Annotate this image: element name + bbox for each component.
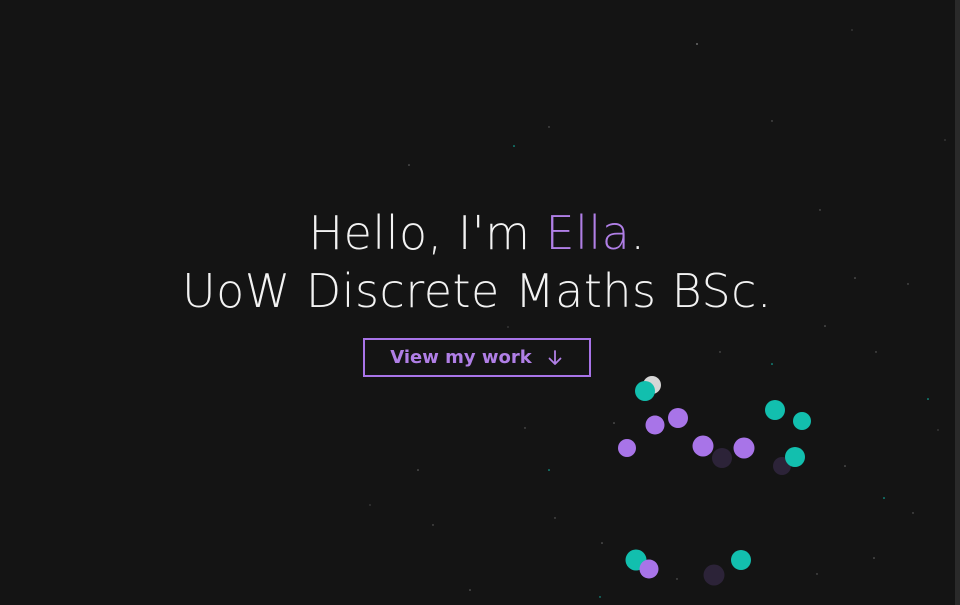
view-my-work-button[interactable]: View my work bbox=[363, 338, 591, 377]
hero-greeting-line: Hello, I'm Ella. bbox=[0, 204, 954, 262]
particle-dot bbox=[635, 381, 655, 401]
hero-subtitle: UoW Discrete Maths BSc. bbox=[181, 264, 773, 318]
particle-dot bbox=[793, 412, 811, 430]
particle-dot bbox=[731, 550, 751, 570]
hero-name: Ella bbox=[545, 206, 631, 260]
greeting-period: . bbox=[630, 206, 646, 260]
particle-dot bbox=[712, 448, 732, 468]
view-my-work-label: View my work bbox=[390, 347, 532, 368]
particle-dot bbox=[703, 564, 725, 586]
hero-heading: Hello, I'm Ella. UoW Discrete Maths BSc. bbox=[0, 204, 954, 320]
page: Hello, I'm Ella. UoW Discrete Maths BSc.… bbox=[0, 0, 960, 605]
arrow-down-icon bbox=[546, 349, 564, 367]
particle-dot bbox=[668, 408, 688, 428]
particle-dot bbox=[639, 559, 659, 579]
particle-dot bbox=[785, 447, 805, 467]
particle-dot bbox=[645, 415, 665, 435]
particle-dot bbox=[618, 439, 636, 457]
particle-dot bbox=[692, 435, 714, 457]
particle-dot bbox=[733, 437, 755, 459]
particle-dot bbox=[765, 400, 785, 420]
scrollbar[interactable] bbox=[955, 0, 960, 605]
greeting-text: Hello, I'm bbox=[308, 206, 546, 260]
